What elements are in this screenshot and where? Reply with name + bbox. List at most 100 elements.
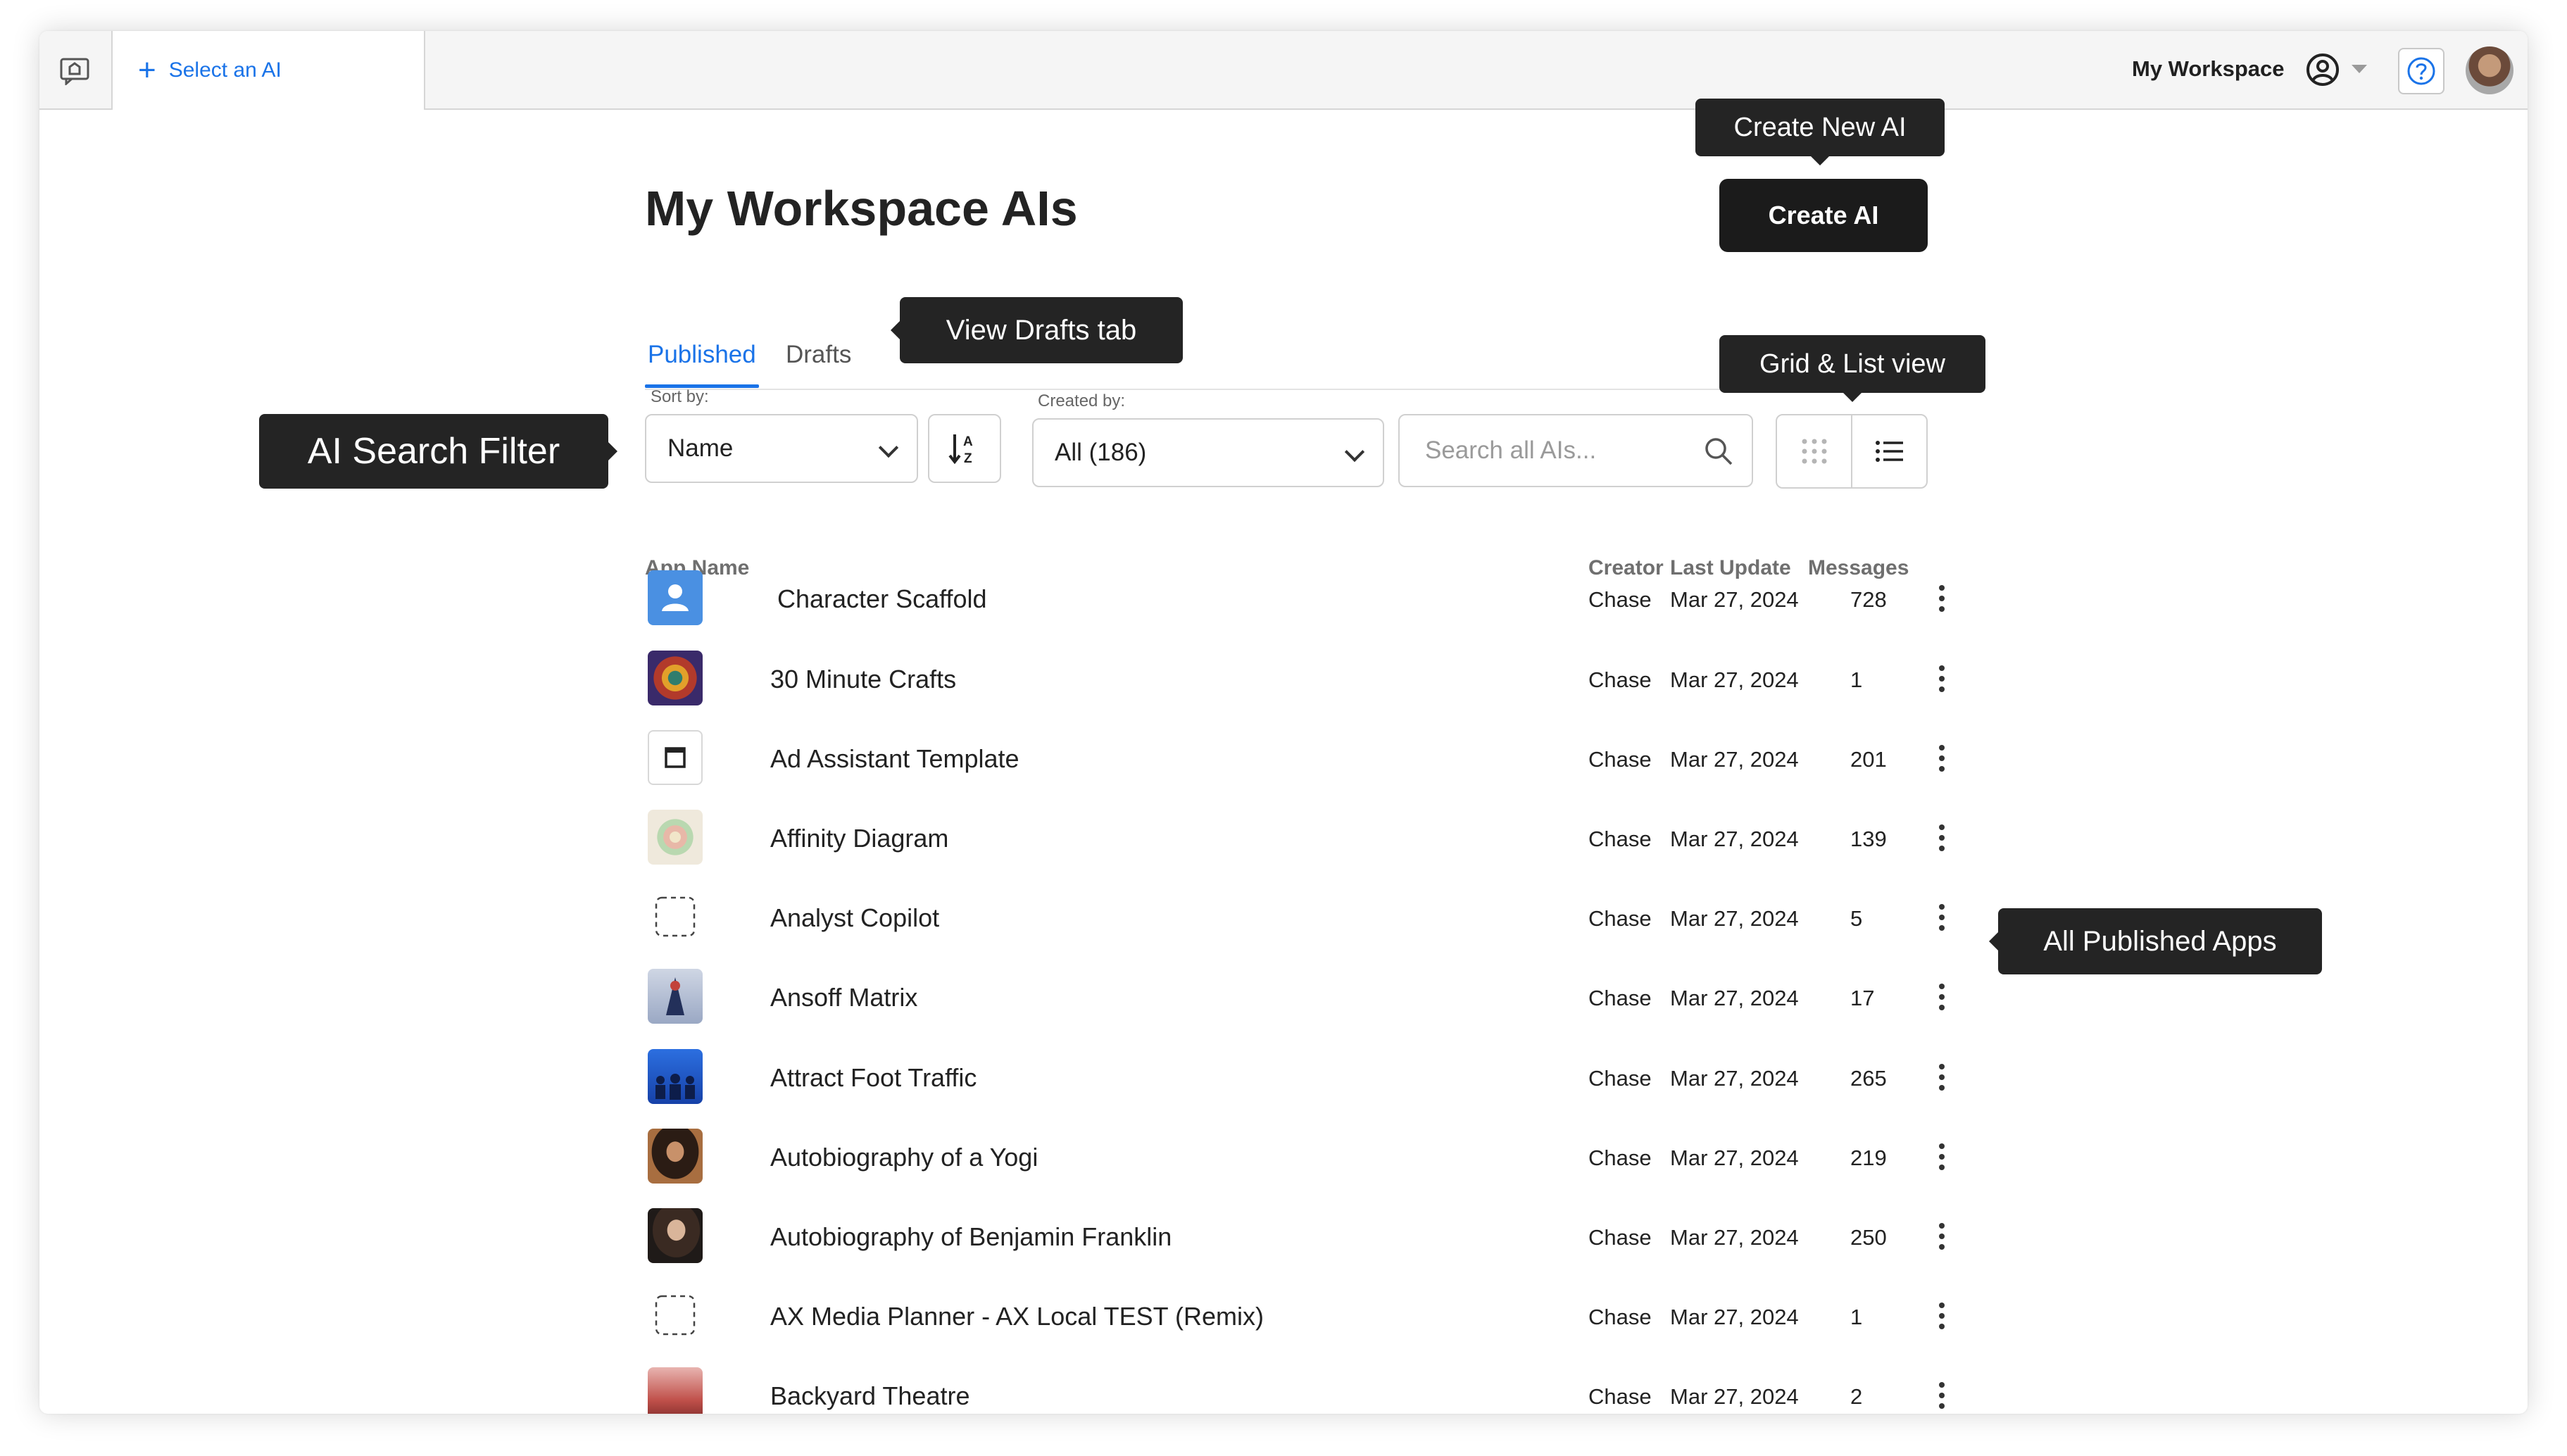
app-messages: 139 [1850,827,1887,851]
app-thumbnail [648,730,703,785]
view-toggle [1776,414,1928,489]
more-options-icon[interactable] [1928,896,1956,939]
user-avatar[interactable] [2466,46,2513,94]
more-options-icon[interactable] [1928,577,1956,620]
tab-select-ai[interactable]: + Select an AI [111,31,425,110]
app-messages: 5 [1850,906,1863,931]
sort-by-select[interactable]: Name [645,414,918,483]
table-row[interactable]: Character Scaffold Chase Mar 27, 2024 72… [645,563,1954,634]
app-creator: Chase [1588,667,1652,692]
app-name[interactable]: AX Media Planner - AX Local TEST (Remix) [770,1302,1264,1331]
app-thumbnail [648,1049,703,1104]
app-creator: Chase [1588,1066,1652,1091]
table-row[interactable]: Ansoff Matrix Chase Mar 27, 2024 17 [645,962,1954,1032]
table-row[interactable]: Affinity Diagram Chase Mar 27, 2024 139 [645,803,1954,873]
app-messages: 201 [1850,747,1887,772]
svg-text:A: A [963,434,973,449]
app-name[interactable]: Ad Assistant Template [770,744,1019,774]
app-last-update: Mar 27, 2024 [1670,667,1799,692]
page-title: My Workspace AIs [645,181,1078,236]
more-options-icon[interactable] [1928,1056,1956,1098]
top-bar: + Select an AI My Workspace [39,31,2528,110]
callout-ai-search-filter: AI Search Filter [259,414,617,489]
app-messages: 1 [1850,1305,1863,1329]
chevron-down-icon [878,437,899,458]
more-options-icon[interactable] [1928,1374,1956,1414]
home-button[interactable] [54,51,96,92]
app-thumbnail [648,570,703,625]
tab-drafts[interactable]: Drafts [786,341,851,369]
callout-view-drafts: View Drafts tab [891,297,1183,363]
more-options-icon[interactable] [1928,1136,1956,1178]
search-icon[interactable] [1702,435,1735,467]
app-last-update: Mar 27, 2024 [1670,1305,1799,1329]
app-window: + Select an AI My Workspace My Workspace… [39,31,2528,1414]
figure-illustration-icon [666,977,684,1015]
more-options-icon[interactable] [1928,817,1956,859]
table-row[interactable]: Analyst Copilot Chase Mar 27, 2024 5 [645,882,1954,953]
app-creator: Chase [1588,587,1652,612]
table-row[interactable]: AX Media Planner - AX Local TEST (Remix)… [645,1281,1954,1351]
window-icon [665,747,686,768]
placeholder-dashed-icon [655,896,696,937]
table-row[interactable]: Backyard Theatre Chase Mar 27, 2024 2 [645,1360,1954,1414]
app-messages: 219 [1850,1146,1887,1170]
create-ai-button[interactable]: Create AI [1719,179,1928,252]
app-name[interactable]: Autobiography of Benjamin Franklin [770,1222,1172,1252]
more-options-icon[interactable] [1928,658,1956,700]
callout-all-published-apps: All Published Apps [1989,908,2322,974]
tab-select-ai-label: Select an AI [168,58,282,82]
app-last-update: Mar 27, 2024 [1670,1066,1799,1091]
user-circle-icon[interactable] [2305,52,2340,87]
app-last-update: Mar 27, 2024 [1670,1384,1799,1409]
app-messages: 250 [1850,1225,1887,1250]
search-input[interactable] [1424,436,1687,465]
app-thumbnail [648,1208,703,1263]
list-view-button[interactable] [1852,415,1926,487]
app-messages: 17 [1850,986,1875,1010]
app-creator: Chase [1588,986,1652,1010]
table-row[interactable]: Autobiography of Benjamin Franklin Chase… [645,1201,1954,1272]
created-by-label: Created by: [1038,391,1126,410]
table-row[interactable]: Ad Assistant Template Chase Mar 27, 2024… [645,723,1954,793]
more-options-icon[interactable] [1928,737,1956,779]
help-button[interactable] [2398,48,2444,94]
app-creator: Chase [1588,906,1652,931]
grid-view-button[interactable] [1777,415,1852,487]
list-icon [1875,441,1903,462]
app-name[interactable]: Attract Foot Traffic [770,1063,977,1093]
more-options-icon[interactable] [1928,1295,1956,1337]
grid-dots-icon [1802,439,1826,464]
more-options-icon[interactable] [1928,976,1956,1018]
app-name[interactable]: 30 Minute Crafts [770,665,956,694]
svg-text:Z: Z [964,451,972,466]
app-thumbnail [648,969,703,1024]
caret-down-icon[interactable] [2352,65,2367,73]
app-messages: 265 [1850,1066,1887,1091]
person-icon [662,584,689,611]
created-by-select[interactable]: All (186) [1032,418,1384,487]
app-last-update: Mar 27, 2024 [1670,827,1799,851]
app-messages: 1 [1850,667,1863,692]
workspace-switcher-label[interactable]: My Workspace [2132,56,2285,82]
app-name[interactable]: Autobiography of a Yogi [770,1143,1038,1172]
sort-az-icon: A Z [948,434,973,466]
app-name[interactable]: Ansoff Matrix [770,983,917,1012]
more-options-icon[interactable] [1928,1215,1956,1257]
placeholder-dashed-icon [655,1295,696,1336]
search-field[interactable] [1398,414,1753,487]
sort-direction-button[interactable]: A Z [928,414,1001,483]
app-thumbnail [648,1129,703,1184]
app-thumbnail [648,810,703,865]
app-name[interactable]: Affinity Diagram [770,824,948,853]
app-name[interactable]: Character Scaffold [777,584,987,614]
table-row[interactable]: Attract Foot Traffic Chase Mar 27, 2024 … [645,1042,1954,1112]
workspace-home-icon [60,58,89,85]
table-row[interactable]: 30 Minute Crafts Chase Mar 27, 2024 1 [645,644,1954,714]
app-name[interactable]: Backyard Theatre [770,1381,969,1411]
crowd-illustration-icon [655,1074,695,1100]
app-name[interactable]: Analyst Copilot [770,903,939,933]
tab-published[interactable]: Published [645,341,759,388]
table-row[interactable]: Autobiography of a Yogi Chase Mar 27, 20… [645,1122,1954,1192]
app-thumbnail [648,1367,703,1414]
